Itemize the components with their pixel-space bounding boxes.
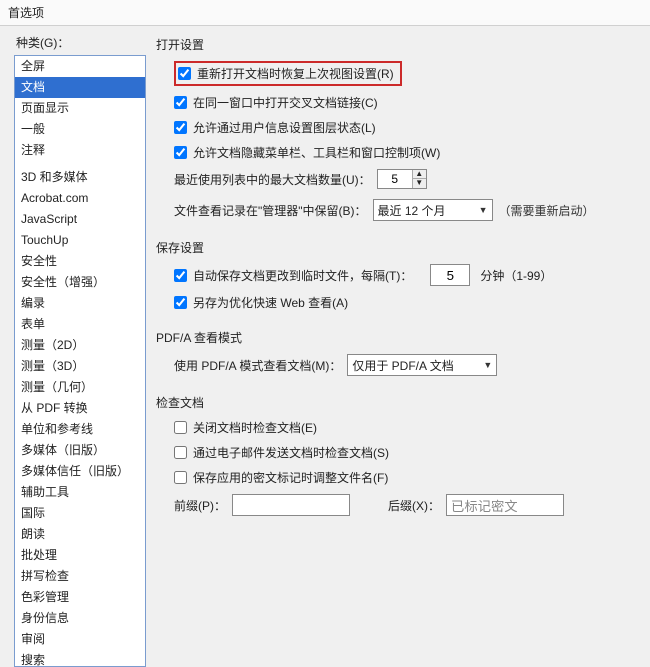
category-item[interactable]: 单位和参考线 [15, 419, 145, 440]
category-item[interactable]: TouchUp [15, 230, 145, 251]
category-item[interactable]: 安全性 [15, 251, 145, 272]
category-item[interactable]: 测量（几何） [15, 377, 145, 398]
category-item[interactable]: 色彩管理 [15, 587, 145, 608]
category-item[interactable]: 测量（2D） [15, 335, 145, 356]
group-open-title: 打开设置 [156, 36, 636, 53]
category-item[interactable]: 注释 [15, 140, 145, 161]
hide-menus-checkbox[interactable] [174, 146, 187, 159]
category-item[interactable]: 多媒体（旧版） [15, 440, 145, 461]
spinner-down-icon[interactable]: ▼ [413, 179, 426, 188]
adjust-filename-checkbox[interactable] [174, 471, 187, 484]
category-item[interactable]: 安全性（增强） [15, 272, 145, 293]
category-item[interactable]: Acrobat.com [15, 188, 145, 209]
category-item[interactable]: 朗读 [15, 524, 145, 545]
pdfa-mode-label: 使用 PDF/A 模式查看文档(M)： [174, 357, 341, 374]
recent-max-label: 最近使用列表中的最大文档数量(U)： [174, 171, 371, 188]
category-item[interactable]: 文档 [15, 77, 145, 98]
recent-max-input[interactable] [378, 170, 412, 188]
category-item[interactable]: 拼写检查 [15, 566, 145, 587]
category-item[interactable]: 批处理 [15, 545, 145, 566]
category-item[interactable]: 一般 [15, 119, 145, 140]
autosave-label-prefix: 自动保存文档更改到临时文件，每隔(T)： [193, 267, 412, 284]
restore-view-highlight: 重新打开文档时恢复上次视图设置(R) [174, 61, 402, 86]
group-save-title: 保存设置 [156, 239, 636, 256]
autosave-minutes-input[interactable] [430, 264, 470, 286]
category-item[interactable]: 国际 [15, 503, 145, 524]
suffix-input[interactable] [446, 494, 564, 516]
category-item[interactable]: 测量（3D） [15, 356, 145, 377]
user-info-layer-checkbox[interactable] [174, 121, 187, 134]
inspect-on-close-checkbox[interactable] [174, 421, 187, 434]
category-item[interactable]: JavaScript [15, 209, 145, 230]
autosave-checkbox[interactable] [174, 269, 187, 282]
category-item[interactable]: 搜索 [15, 650, 145, 667]
pdfa-mode-select[interactable]: 仅用于 PDF/A 文档 ▼ [347, 354, 497, 376]
group-inspect-title: 检查文档 [156, 394, 636, 411]
restore-view-checkbox[interactable] [178, 67, 191, 80]
category-item[interactable]: 页面显示 [15, 98, 145, 119]
chevron-down-icon: ▼ [483, 360, 492, 370]
category-item[interactable]: 辅助工具 [15, 482, 145, 503]
recent-max-spinner[interactable]: ▲ ▼ [377, 169, 427, 189]
category-item[interactable]: 3D 和多媒体 [15, 167, 145, 188]
inspect-on-email-label: 通过电子邮件发送文档时检查文档(S) [193, 444, 389, 461]
category-item[interactable]: 多媒体信任（旧版） [15, 461, 145, 482]
prefix-label: 前缀(P)： [174, 497, 226, 514]
chevron-down-icon: ▼ [479, 205, 488, 215]
fast-web-view-checkbox[interactable] [174, 296, 187, 309]
category-item[interactable]: 全屏 [15, 56, 145, 77]
autosave-label-suffix: 分钟（1-99） [480, 267, 552, 284]
category-list[interactable]: 全屏文档页面显示一般注释 3D 和多媒体Acrobat.comJavaScript… [14, 55, 146, 667]
group-pdfa-title: PDF/A 查看模式 [156, 329, 636, 346]
inspect-on-close-label: 关闭文档时检查文档(E) [193, 419, 317, 436]
same-window-links-label: 在同一窗口中打开交叉文档链接(C) [193, 94, 378, 111]
user-info-layer-label: 允许通过用户信息设置图层状态(L) [193, 119, 376, 136]
fast-web-view-label: 另存为优化快速 Web 查看(A) [193, 294, 348, 311]
category-item[interactable]: 从 PDF 转换 [15, 398, 145, 419]
same-window-links-checkbox[interactable] [174, 96, 187, 109]
category-item[interactable]: 审阅 [15, 629, 145, 650]
category-item[interactable]: 身份信息 [15, 608, 145, 629]
prefix-input[interactable] [232, 494, 350, 516]
history-keep-value: 最近 12 个月 [378, 202, 446, 219]
window-title: 首选项 [0, 0, 650, 26]
suffix-label: 后缀(X)： [388, 497, 440, 514]
inspect-on-email-checkbox[interactable] [174, 446, 187, 459]
hide-menus-label: 允许文档隐藏菜单栏、工具栏和窗口控制项(W) [193, 144, 440, 161]
category-item[interactable]: 编录 [15, 293, 145, 314]
pdfa-mode-value: 仅用于 PDF/A 文档 [352, 357, 453, 374]
restore-view-label: 重新打开文档时恢复上次视图设置(R) [197, 65, 394, 82]
adjust-filename-label: 保存应用的密文标记时调整文件名(F) [193, 469, 388, 486]
history-keep-select[interactable]: 最近 12 个月 ▼ [373, 199, 493, 221]
history-keep-label: 文件查看记录在"管理器"中保留(B)： [174, 202, 367, 219]
history-restart-note: （需要重新启动） [499, 202, 595, 219]
category-label: 种类(G)： [14, 34, 146, 51]
category-item[interactable]: 表单 [15, 314, 145, 335]
